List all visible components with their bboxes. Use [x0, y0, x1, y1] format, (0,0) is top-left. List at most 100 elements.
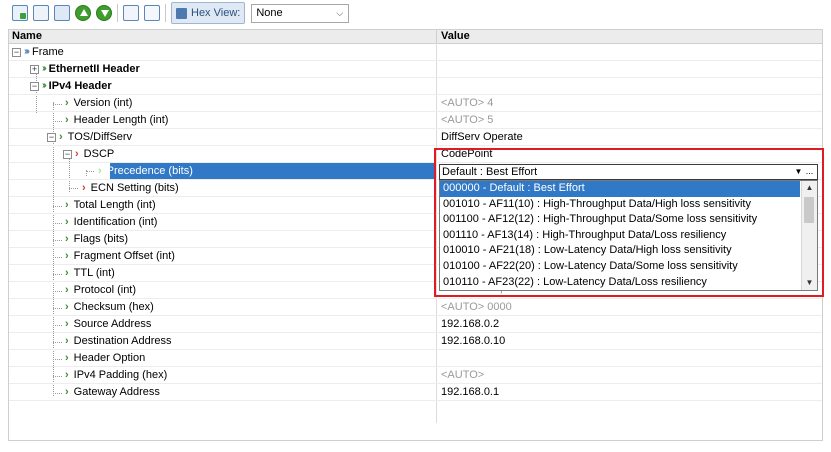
combobox-value: Default : Best Effort — [442, 166, 538, 178]
row-label: Version (int) — [73, 97, 133, 109]
hex-view-button[interactable]: Hex View: — [171, 2, 246, 24]
row-value[interactable]: <AUTO> 5 — [441, 112, 493, 128]
save-file-icon[interactable] — [54, 5, 70, 21]
row-label: IPv4 Header — [48, 80, 112, 92]
row-label: Checksum (hex) — [73, 301, 154, 313]
tree-row-version[interactable]: › Version (int) <AUTO> 4 — [9, 95, 822, 112]
down-icon[interactable] — [96, 5, 112, 21]
row-value[interactable]: 192.168.0.2 — [441, 316, 499, 332]
ellipsis-button[interactable]: ... — [803, 165, 816, 179]
collapse-icon[interactable]: − — [30, 81, 39, 91]
table-header: Name Value — [9, 30, 822, 44]
chevron-right-icon: › — [65, 233, 69, 245]
column-divider[interactable] — [436, 30, 437, 43]
chevron-right-icon: › — [65, 301, 69, 313]
row-label: Precedence (bits) — [106, 165, 193, 177]
chevron-right-icon: › — [65, 114, 69, 126]
chevron-right-icon: › — [65, 369, 69, 381]
tree-row-checksum[interactable]: › Checksum (hex) <AUTO> 0000 — [9, 299, 822, 316]
open-file-icon[interactable] — [33, 5, 49, 21]
hex-view-select[interactable]: None ⌵ — [251, 3, 350, 23]
chevron-right-icon: › — [65, 335, 69, 347]
chevron-down-icon[interactable]: ▼ — [794, 166, 803, 178]
toolbar-separator — [117, 4, 118, 22]
row-label: DSCP — [83, 148, 115, 160]
tree-row-dscp[interactable]: − › DSCP CodePoint — [9, 146, 822, 163]
chevron-down-icon[interactable]: ⌵ — [331, 5, 348, 22]
precedence-dropdown-list: 000000 - Default : Best Effort 001010 - … — [439, 180, 818, 291]
chevron-right-icon: › — [75, 148, 79, 160]
double-chevron-icon: ›› — [42, 80, 46, 91]
row-value[interactable]: 192.168.0.1 — [441, 384, 499, 400]
up-icon[interactable] — [75, 5, 91, 21]
scroll-thumb[interactable] — [804, 197, 814, 223]
dropdown-scrollbar[interactable]: ▲ ▼ — [801, 181, 817, 290]
dropdown-option[interactable]: 001100 - AF12(12) : High-Throughput Data… — [440, 212, 800, 228]
row-label: Identification (int) — [73, 216, 158, 228]
chevron-right-icon: › — [65, 250, 69, 262]
chevron-right-icon: › — [65, 284, 69, 296]
row-label: Total Length (int) — [73, 199, 156, 211]
collapse-icon[interactable]: − — [63, 149, 72, 159]
row-label: IPv4 Padding (hex) — [73, 369, 168, 381]
row-value[interactable]: CodePoint — [441, 146, 492, 162]
row-value[interactable]: <AUTO> — [441, 367, 484, 383]
dropdown-option[interactable]: 001010 - AF11(10) : High-Throughput Data… — [440, 197, 800, 213]
dropdown-option[interactable]: 000000 - Default : Best Effort — [440, 181, 800, 197]
toolbar-separator — [165, 4, 166, 22]
tree-row-header-length[interactable]: › Header Length (int) <AUTO> 5 — [9, 112, 822, 129]
tree-row-tos-diffserv[interactable]: − › TOS/DiffServ DiffServ Operate — [9, 129, 822, 146]
row-label: Header Option — [73, 352, 146, 364]
settings-icon[interactable] — [144, 5, 160, 21]
column-header-value[interactable]: Value — [441, 30, 470, 43]
hex-icon — [176, 7, 187, 19]
tree-row-ethernet-header[interactable]: + ›› EthernetII Header — [9, 61, 822, 78]
hex-view-value: None — [256, 7, 283, 19]
row-label: TOS/DiffServ — [67, 131, 133, 143]
row-label: Protocol (int) — [73, 284, 137, 296]
row-label: Header Length (int) — [73, 114, 169, 126]
scroll-up-icon[interactable]: ▲ — [802, 181, 817, 195]
dropdown-option[interactable]: 010110 - AF23(22) : Low-Latency Data/Los… — [440, 275, 800, 290]
row-label: TTL (int) — [73, 267, 115, 279]
tree-row-ipv4-padding[interactable]: › IPv4 Padding (hex) <AUTO> — [9, 367, 822, 384]
chevron-right-icon: › — [82, 182, 86, 194]
tree-row-gateway-address[interactable]: › Gateway Address 192.168.0.1 — [9, 384, 822, 401]
tree-row-ipv4-header[interactable]: − ›› IPv4 Header — [9, 78, 822, 95]
chevron-right-icon: › — [59, 131, 63, 143]
row-label: Source Address — [73, 318, 152, 330]
tree-row-frame[interactable]: − ››› Frame — [9, 44, 822, 61]
collapse-icon[interactable]: − — [12, 47, 21, 57]
collapse-icon[interactable]: − — [47, 132, 56, 142]
row-value[interactable]: <AUTO> 4 — [441, 95, 493, 111]
chevron-right-icon: › — [98, 165, 102, 177]
scroll-down-icon[interactable]: ▼ — [802, 276, 817, 290]
row-value[interactable]: 192.168.0.10 — [441, 333, 505, 349]
row-label: EthernetII Header — [48, 63, 140, 75]
new-file-icon[interactable] — [12, 5, 28, 21]
row-value[interactable]: <AUTO> 0000 — [441, 299, 512, 315]
double-chevron-icon: ›› — [42, 63, 46, 74]
chevron-right-icon: › — [65, 199, 69, 211]
row-value[interactable]: DiffServ Operate — [441, 129, 523, 145]
hex-view-label: Hex View: — [191, 7, 241, 19]
row-label: Frame — [32, 46, 64, 58]
dropdown-option[interactable]: 010100 - AF22(20) : Low-Latency Data/Som… — [440, 259, 800, 275]
precedence-combobox[interactable]: Default : Best Effort ▼ ... — [439, 164, 818, 180]
tree-row-header-option[interactable]: › Header Option — [9, 350, 822, 367]
chevron-right-icon: › — [65, 267, 69, 279]
dropdown-option[interactable]: 001110 - AF13(14) : High-Throughput Data… — [440, 228, 800, 244]
tree-row-destination-address[interactable]: › Destination Address 192.168.0.10 — [9, 333, 822, 350]
chevron-right-icon: › — [65, 352, 69, 364]
chevron-right-icon: › — [65, 97, 69, 109]
toolbar: Hex View: None ⌵ — [0, 0, 831, 26]
tree-row-source-address[interactable]: › Source Address 192.168.0.2 — [9, 316, 822, 333]
chevron-right-icon: › — [65, 318, 69, 330]
expand-icon[interactable]: + — [30, 64, 39, 74]
dropdown-option[interactable]: 010010 - AF21(18) : Low-Latency Data/Hig… — [440, 243, 800, 259]
row-label: Gateway Address — [73, 386, 160, 398]
row-label: ECN Setting (bits) — [90, 182, 179, 194]
chart-icon[interactable] — [123, 5, 139, 21]
column-header-name[interactable]: Name — [12, 30, 42, 43]
row-label: Fragment Offset (int) — [73, 250, 175, 262]
